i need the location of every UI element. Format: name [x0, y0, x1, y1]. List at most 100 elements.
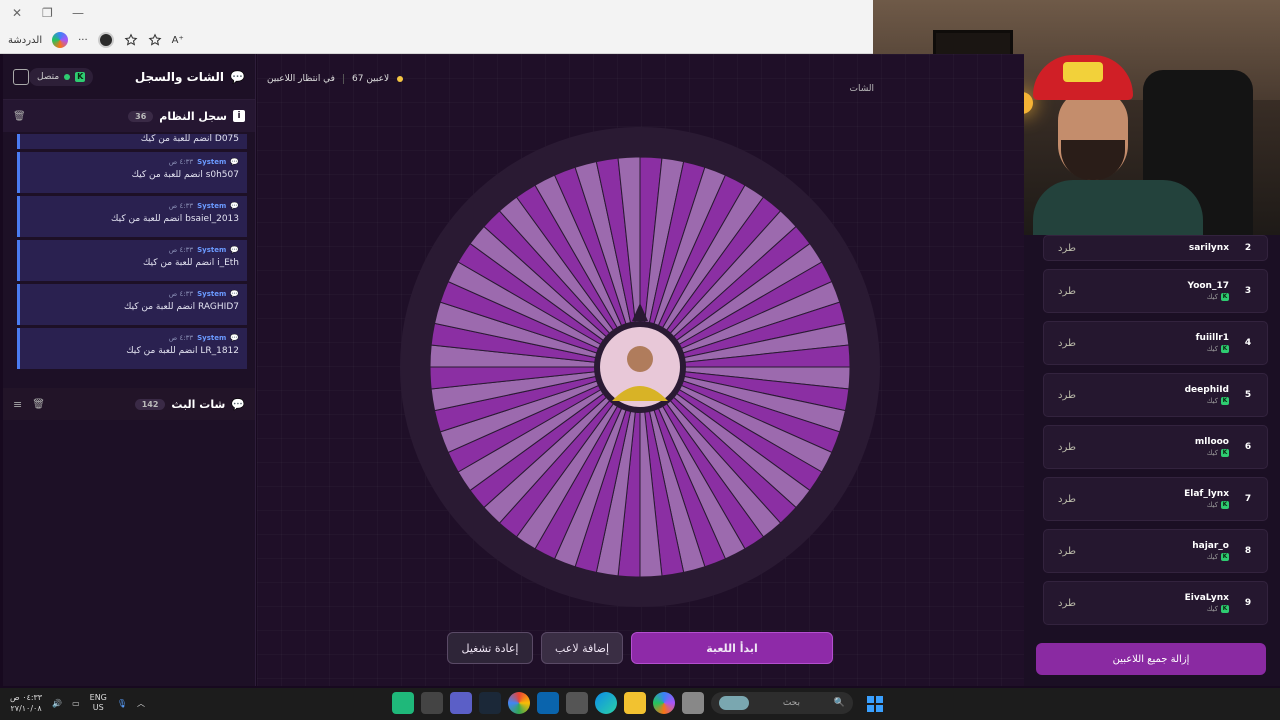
- chat-button[interactable]: الدردشة: [8, 35, 42, 46]
- log-sender: System: [197, 202, 227, 210]
- log-time: ٤:٣٣ ص: [168, 334, 194, 342]
- kick-player-button[interactable]: طرد: [1058, 546, 1076, 557]
- player-row: طرد Elaf_lynx كيك K 7: [1043, 477, 1268, 521]
- game-status-bar: في انتظار اللاعبين 67 لاعبين: [267, 74, 404, 84]
- clock-date: ٢٧/١٠/٠٨: [10, 704, 42, 713]
- copilot-icon[interactable]: [52, 32, 69, 48]
- platform-label: كيك: [1206, 397, 1218, 405]
- taskbar-search[interactable]: بحث 🔍: [711, 692, 853, 714]
- kick-player-button[interactable]: طرد: [1058, 598, 1076, 609]
- status-label: متصل: [37, 71, 60, 82]
- calculator-icon[interactable]: [421, 692, 443, 714]
- restore-icon[interactable]: ❐: [42, 6, 53, 20]
- kick-player-button[interactable]: طرد: [1058, 338, 1076, 349]
- chat-log-panel: متصل K الشات والسجل 💬 🗑 36 سجل النظام i …: [3, 54, 256, 686]
- teams-icon[interactable]: [450, 692, 472, 714]
- kick-icon: K: [1221, 449, 1229, 457]
- log-message: i_Eth انضم للعبة من كيك: [142, 258, 239, 268]
- clear-chat-trash-icon[interactable]: 🗑: [32, 399, 45, 410]
- player-name: sarilynx: [1188, 243, 1229, 253]
- chat-bubble-icon: 💬: [230, 69, 245, 84]
- language-indicator[interactable]: ENG US: [90, 693, 107, 713]
- search-placeholder: بحث: [782, 698, 800, 708]
- player-platform: كيك K: [1207, 501, 1229, 509]
- start-game-button[interactable]: ابدأ اللعبة: [631, 632, 833, 664]
- remove-all-players-button[interactable]: إزالة جميع اللاعبين: [1036, 643, 1266, 675]
- log-time: ٤:٣٣ ص: [168, 158, 194, 166]
- kick-icon: K: [1221, 397, 1229, 405]
- windows-taskbar: ٠٤:٣٣ ص ٢٧/١٠/٠٨ 🔊 ▭ ENG US 🎙 ︿ بحث 🔍: [0, 688, 1280, 720]
- file-explorer-icon[interactable]: [624, 692, 646, 714]
- outlook-icon[interactable]: [537, 692, 559, 714]
- system-icon: 💬: [230, 158, 239, 166]
- network-icon[interactable]: ▭: [72, 699, 80, 708]
- volume-icon[interactable]: 🔊: [52, 699, 62, 708]
- chat-tab-label[interactable]: الشات: [850, 84, 875, 94]
- player-row: طرد sarilynx 2: [1043, 235, 1268, 261]
- player-number: 4: [1244, 338, 1252, 348]
- start-windows-icon[interactable]: [867, 696, 883, 712]
- kick-player-button[interactable]: طرد: [1058, 494, 1076, 505]
- chrome-icon[interactable]: [508, 692, 530, 714]
- player-row: طرد Yoon_17 كيك K 3: [1043, 269, 1268, 313]
- kick-icon: K: [1221, 501, 1229, 509]
- platform-label: كيك: [1206, 605, 1218, 613]
- kick-player-button[interactable]: طرد: [1058, 442, 1076, 453]
- more-button[interactable]: ···: [78, 35, 88, 46]
- platform-label: كيك: [1206, 293, 1218, 301]
- log-entry: 💬 System ٤:٣٣ ص LR_1812 انضم للعبة من كيك: [17, 328, 247, 369]
- player-number: 2: [1244, 243, 1252, 253]
- kick-player-button[interactable]: طرد: [1058, 390, 1076, 401]
- panel-header: متصل K الشات والسجل 💬: [3, 54, 255, 100]
- kick-player-button[interactable]: طرد: [1058, 243, 1076, 254]
- log-sender: System: [197, 158, 227, 166]
- player-name: mllooo: [1194, 437, 1229, 447]
- kick-player-button[interactable]: طرد: [1058, 286, 1076, 297]
- connection-status: متصل K: [29, 67, 94, 86]
- log-message: D075 انضم للعبة من كيك: [140, 134, 239, 144]
- add-player-button[interactable]: إضافة لاعب: [541, 632, 623, 664]
- kick-icon: K: [1221, 605, 1229, 613]
- store-icon[interactable]: [566, 692, 588, 714]
- log-message: RAGHID7 انضم للعبة من كيك: [123, 302, 239, 312]
- close-icon[interactable]: ✕: [12, 6, 22, 20]
- clear-log-trash-icon[interactable]: 🗑: [13, 111, 26, 122]
- star-icon[interactable]: [148, 33, 162, 47]
- stream-chat-header[interactable]: ≡ 🗑 142 شات البث 💬: [3, 388, 255, 420]
- game-controls: إعادة تشغيل إضافة لاعب ابدأ اللعبة: [447, 632, 833, 664]
- host-avatar-face: [627, 346, 653, 372]
- player-list[interactable]: طرد sarilynx 2 طرد Yoon_17 كيك K 3 طرد fuiillr1 كي…: [1024, 235, 1280, 625]
- minimize-icon[interactable]: —: [72, 6, 84, 20]
- spin-wheel[interactable]: [397, 124, 883, 610]
- edge-icon[interactable]: [595, 692, 617, 714]
- log-time: ٤:٣٣ ص: [168, 202, 194, 210]
- collapse-panel-icon[interactable]: [13, 68, 29, 85]
- profile-avatar[interactable]: [97, 32, 114, 48]
- system-log-list[interactable]: D075 انضم للعبة من كيك 💬 System ٤:٣٣ ص s0h…: [3, 132, 255, 380]
- clock[interactable]: ٠٤:٣٣ ص ٢٧/١٠/٠٨: [10, 692, 42, 714]
- player-number: 7: [1244, 494, 1252, 504]
- wheel-svg[interactable]: [397, 124, 883, 610]
- player-row: طرد deephiId كيك K 5: [1043, 373, 1268, 417]
- microphone-icon[interactable]: 🎙: [117, 699, 127, 708]
- favorites-icon[interactable]: [124, 33, 138, 47]
- panel-title: الشات والسجل: [134, 69, 225, 84]
- system-icon: 💬: [230, 202, 239, 210]
- filter-icon[interactable]: ≡: [13, 398, 22, 411]
- system-log-title: سجل النظام: [159, 109, 227, 123]
- browser-toolbar: ✕ ❐ — الدردشة ··· A⁺: [0, 0, 873, 54]
- player-number: 3: [1244, 286, 1252, 296]
- read-aloud-icon[interactable]: A⁺: [172, 35, 184, 46]
- copilot-taskbar-icon[interactable]: [653, 692, 675, 714]
- system-log-header[interactable]: 🗑 36 سجل النظام i: [3, 100, 255, 132]
- log-entry: 💬 System ٤:٣٣ ص i_Eth انضم للعبة من كيك: [17, 240, 247, 281]
- player-platform: كيك K: [1207, 553, 1229, 561]
- taskview-icon[interactable]: [682, 692, 704, 714]
- chevron-up-icon[interactable]: ︿: [137, 698, 145, 709]
- steam-icon[interactable]: [479, 692, 501, 714]
- kick-app-icon[interactable]: [392, 692, 414, 714]
- system-icon: 💬: [230, 334, 239, 342]
- log-entry: D075 انضم للعبة من كيك: [17, 134, 247, 149]
- restart-button[interactable]: إعادة تشغيل: [447, 632, 533, 664]
- log-entry: 💬 System ٤:٣٣ ص s0h507 انضم للعبة من كيك: [17, 152, 247, 193]
